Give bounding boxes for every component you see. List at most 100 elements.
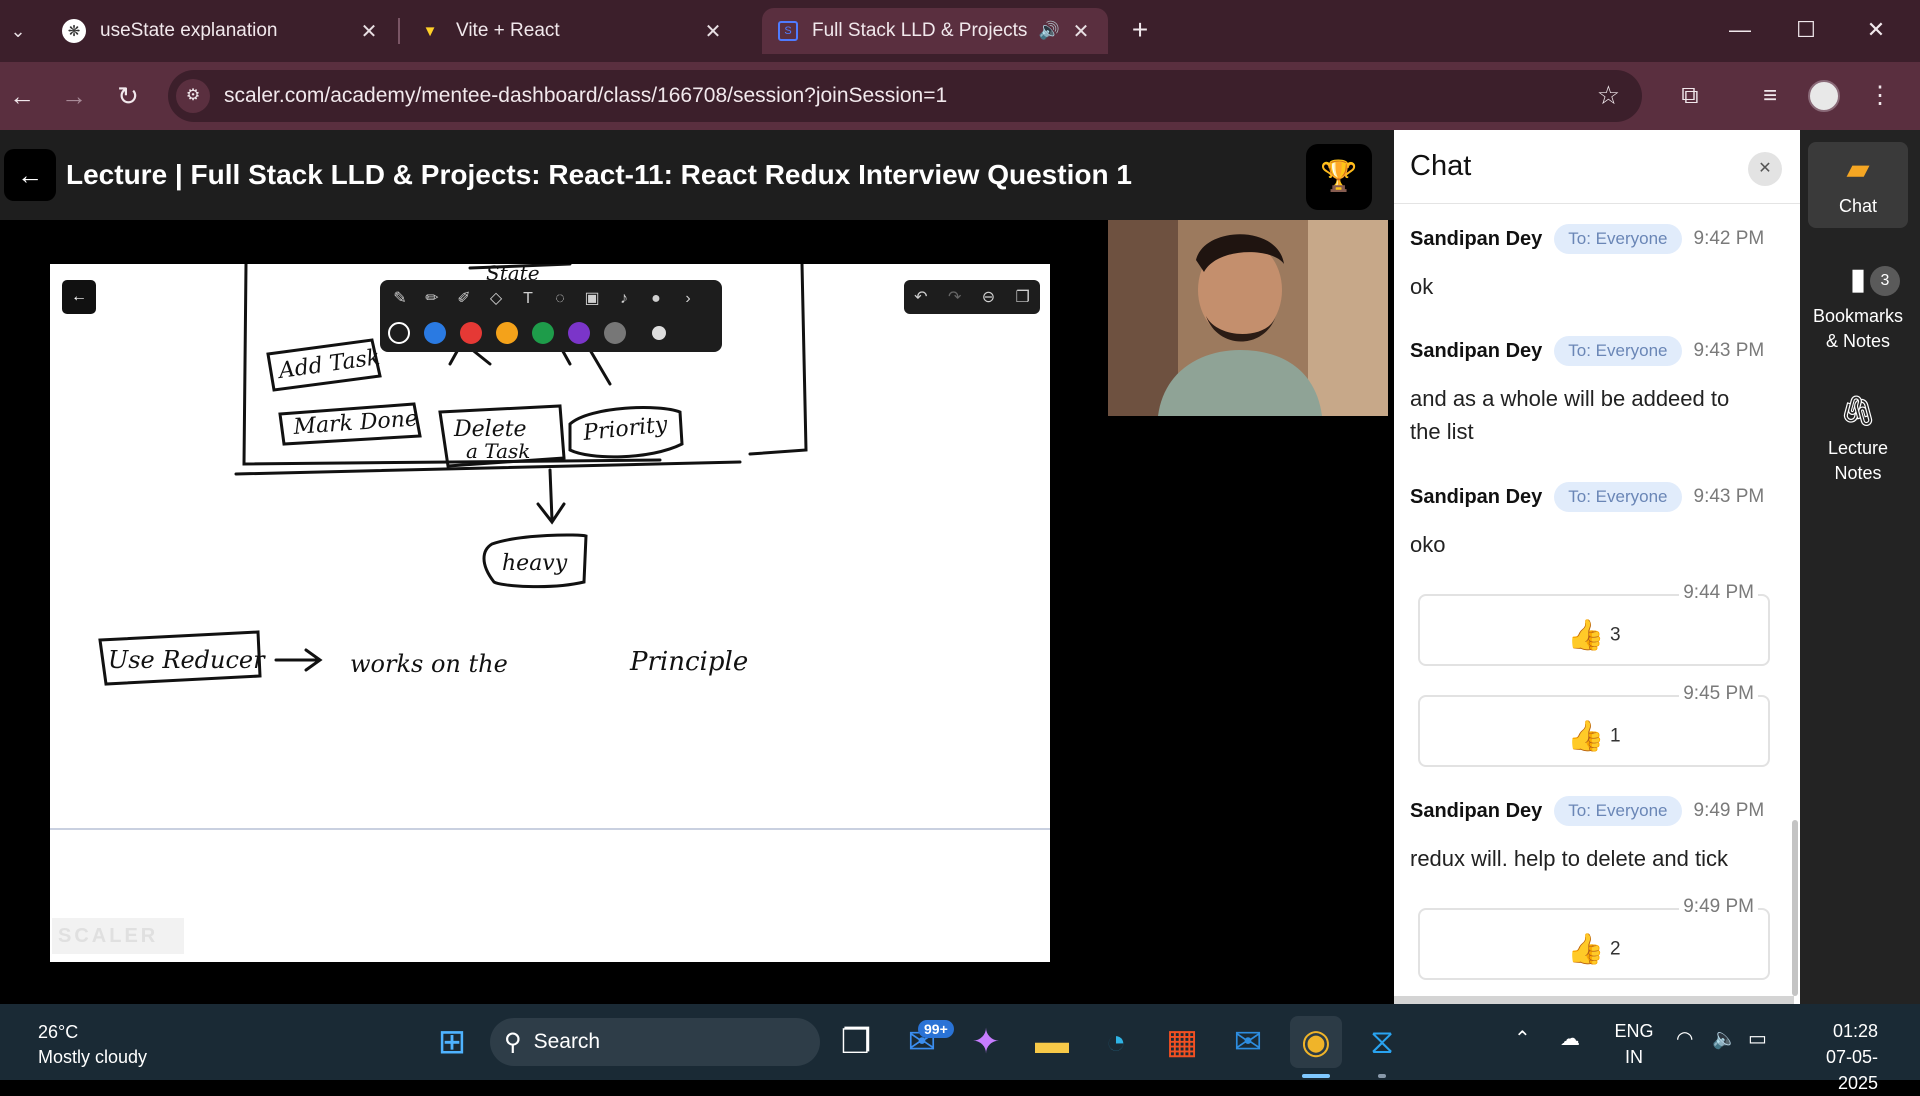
copy-pages-icon[interactable]: ❐ (1015, 287, 1029, 307)
rail-chat-button[interactable]: ▰ Chat (1808, 142, 1908, 228)
reaction-count: 2 (1610, 938, 1621, 960)
url-text[interactable]: scaler.com/academy/mentee-dashboard/clas… (224, 84, 947, 108)
browser-tab-strip: ⌄ ❋ useState explanation ✕ ▼ Vite + Reac… (0, 0, 1920, 62)
message-text: and as a whole will be addeed to the lis… (1410, 386, 1730, 444)
reaction-card: 9:45 PM 👍 1 (1418, 683, 1770, 767)
battery-icon[interactable]: ▭ (1748, 1026, 1767, 1051)
back-button[interactable]: ← (2, 76, 42, 116)
redo-icon[interactable]: ↷ (948, 287, 961, 307)
chat-bubble-icon: ▰ (1846, 153, 1870, 186)
clock-date: 07-05-2025 (1825, 1047, 1878, 1093)
taskbar-search[interactable]: ⚲ Search (490, 1018, 820, 1066)
close-tab-icon[interactable]: ✕ (702, 19, 724, 44)
rail-bookmarks-label: Bookmarks (1812, 306, 1904, 326)
thumbs-up-icon[interactable]: 👍 (1567, 720, 1604, 753)
instructor-video-frame (1108, 220, 1388, 416)
color-blue-swatch[interactable] (424, 322, 446, 344)
rail-chat-label: Chat (1838, 196, 1878, 216)
color-palette-icon[interactable]: ● (644, 287, 668, 311)
color-white-swatch[interactable] (388, 322, 410, 344)
tab-usestate-explanation[interactable]: ❋ useState explanation ✕ (46, 8, 396, 54)
board-back-button[interactable]: ← (62, 280, 96, 314)
tab-full-stack-lld[interactable]: S Full Stack LLD & Projects: R 🔊 ✕ (762, 8, 1108, 54)
bookmark-star-icon[interactable]: ☆ (1597, 80, 1620, 111)
audio-playing-icon[interactable]: 🔊 (1039, 21, 1060, 41)
message-sender: Sandipan Dey (1410, 799, 1543, 822)
rail-bookmarks-button[interactable]: ▮ 3 Bookmarks & Notes (1808, 260, 1908, 354)
rail-notes-label: Lecture (1827, 438, 1889, 458)
instructor-video (1108, 220, 1388, 416)
right-rail: ▰ Chat ▮ 3 Bookmarks & Notes 🖇 Lecture N… (1800, 130, 1920, 1004)
weather-temp: 26°C (38, 1022, 79, 1042)
tab-search-menu-button[interactable]: ⌄ (0, 8, 36, 54)
ms-store-icon[interactable]: ▦ (1156, 1016, 1208, 1068)
tab-vite-react[interactable]: ▼ Vite + React ✕ (402, 8, 740, 54)
close-window-button[interactable]: ✕ (1848, 10, 1904, 50)
weather-widget[interactable]: 26°C Mostly cloudy (38, 1020, 147, 1070)
close-chat-button[interactable]: ✕ (1748, 152, 1782, 186)
chat-message: Sandipan Dey To: Everyone 9:43 PM and as… (1410, 332, 1790, 448)
lecture-title: Lecture | Full Stack LLD & Projects: Rea… (66, 159, 1132, 190)
search-icon: ⚲ (504, 1028, 522, 1056)
chat-horizontal-scrollbar[interactable] (1394, 996, 1794, 1004)
color-gray-swatch[interactable] (604, 322, 626, 344)
vscode-icon[interactable]: ⧖ (1356, 1016, 1408, 1068)
address-bar[interactable]: ⚙ scaler.com/academy/mentee-dashboard/cl… (168, 70, 1642, 122)
volume-icon[interactable]: 🔈 (1712, 1026, 1737, 1051)
trophy-button[interactable]: 🏆 (1306, 144, 1372, 210)
whiteboard[interactable]: State Add Task Mark Done Delete a Task P… (50, 264, 1050, 962)
media-control-icon[interactable]: ≡ (1752, 78, 1788, 114)
lecture-header: ← Lecture | Full Stack LLD & Projects: R… (0, 130, 1394, 220)
outlook-icon[interactable]: ✉ (1222, 1016, 1274, 1068)
show-hidden-icons-button[interactable]: ⌃ (1514, 1026, 1531, 1051)
lecture-back-button[interactable]: ← (4, 149, 56, 201)
reload-button[interactable]: ↻ (108, 76, 148, 116)
menu-kebab-icon[interactable]: ⋮ (1862, 78, 1898, 114)
forward-button[interactable]: → (54, 76, 94, 116)
onedrive-icon[interactable]: ☁ (1560, 1026, 1580, 1051)
message-recipient-badge: To: Everyone (1554, 796, 1682, 826)
chatgpt-icon: ❋ (62, 19, 86, 43)
minimize-button[interactable]: — (1712, 10, 1768, 50)
zoom-out-icon[interactable]: ⊖ (982, 287, 995, 307)
color-green-swatch[interactable] (532, 322, 554, 344)
stroke-size-dot[interactable] (652, 326, 666, 340)
text-icon[interactable]: T (516, 287, 540, 311)
windows-start-icon[interactable]: ⊞ (426, 1016, 478, 1068)
image-icon[interactable]: ▣ (580, 287, 604, 311)
wifi-icon[interactable]: ◠ (1676, 1026, 1693, 1051)
color-orange-swatch[interactable] (496, 322, 518, 344)
chevron-right-icon[interactable]: › (676, 287, 700, 311)
shape-icon[interactable]: ◌ (548, 287, 572, 311)
eraser-icon[interactable]: ◇ (484, 287, 508, 311)
pen-icon[interactable]: ✎ (388, 287, 412, 311)
task-view-icon[interactable]: ❐ (830, 1016, 882, 1068)
pencil-icon[interactable]: ✏ (420, 287, 444, 311)
close-tab-icon[interactable]: ✕ (358, 19, 380, 44)
weather-condition: Mostly cloudy (38, 1047, 148, 1067)
site-settings-icon[interactable]: ⚙ (176, 79, 210, 113)
mic-icon[interactable]: ♪ (612, 287, 636, 311)
chrome-icon[interactable]: ◉ (1290, 1016, 1342, 1068)
undo-icon[interactable]: ↶ (914, 287, 927, 307)
taskbar-clock[interactable]: 01:28 07-05-2025 (1796, 1018, 1878, 1096)
file-explorer-icon[interactable]: ▬ (1026, 1016, 1078, 1068)
extensions-icon[interactable]: ⧉ (1672, 78, 1708, 114)
highlighter-icon[interactable]: ✐ (452, 287, 476, 311)
new-tab-button[interactable]: + (1122, 12, 1158, 48)
message-sender: Sandipan Dey (1410, 227, 1543, 250)
thumbs-up-icon[interactable]: 👍 (1567, 933, 1604, 966)
language-indicator[interactable]: ENG IN (1614, 1018, 1654, 1070)
chat-scrollbar[interactable] (1792, 820, 1798, 996)
thumbs-up-icon[interactable]: 👍 (1567, 619, 1604, 652)
edge-browser-icon[interactable]: ◔ (1090, 1016, 1142, 1068)
profile-avatar[interactable] (1808, 80, 1840, 112)
color-purple-swatch[interactable] (568, 322, 590, 344)
scaler-session-page: ← Lecture | Full Stack LLD & Projects: R… (0, 130, 1920, 1004)
close-tab-icon[interactable]: ✕ (1070, 19, 1092, 44)
maximize-button[interactable]: ☐ (1778, 10, 1834, 50)
color-red-swatch[interactable] (460, 322, 482, 344)
reaction-card: 9:49 PM 👍 2 (1418, 896, 1770, 980)
rail-lecture-notes-button[interactable]: 🖇 Lecture Notes (1808, 392, 1908, 486)
copilot-icon[interactable]: ✦ (960, 1016, 1012, 1068)
